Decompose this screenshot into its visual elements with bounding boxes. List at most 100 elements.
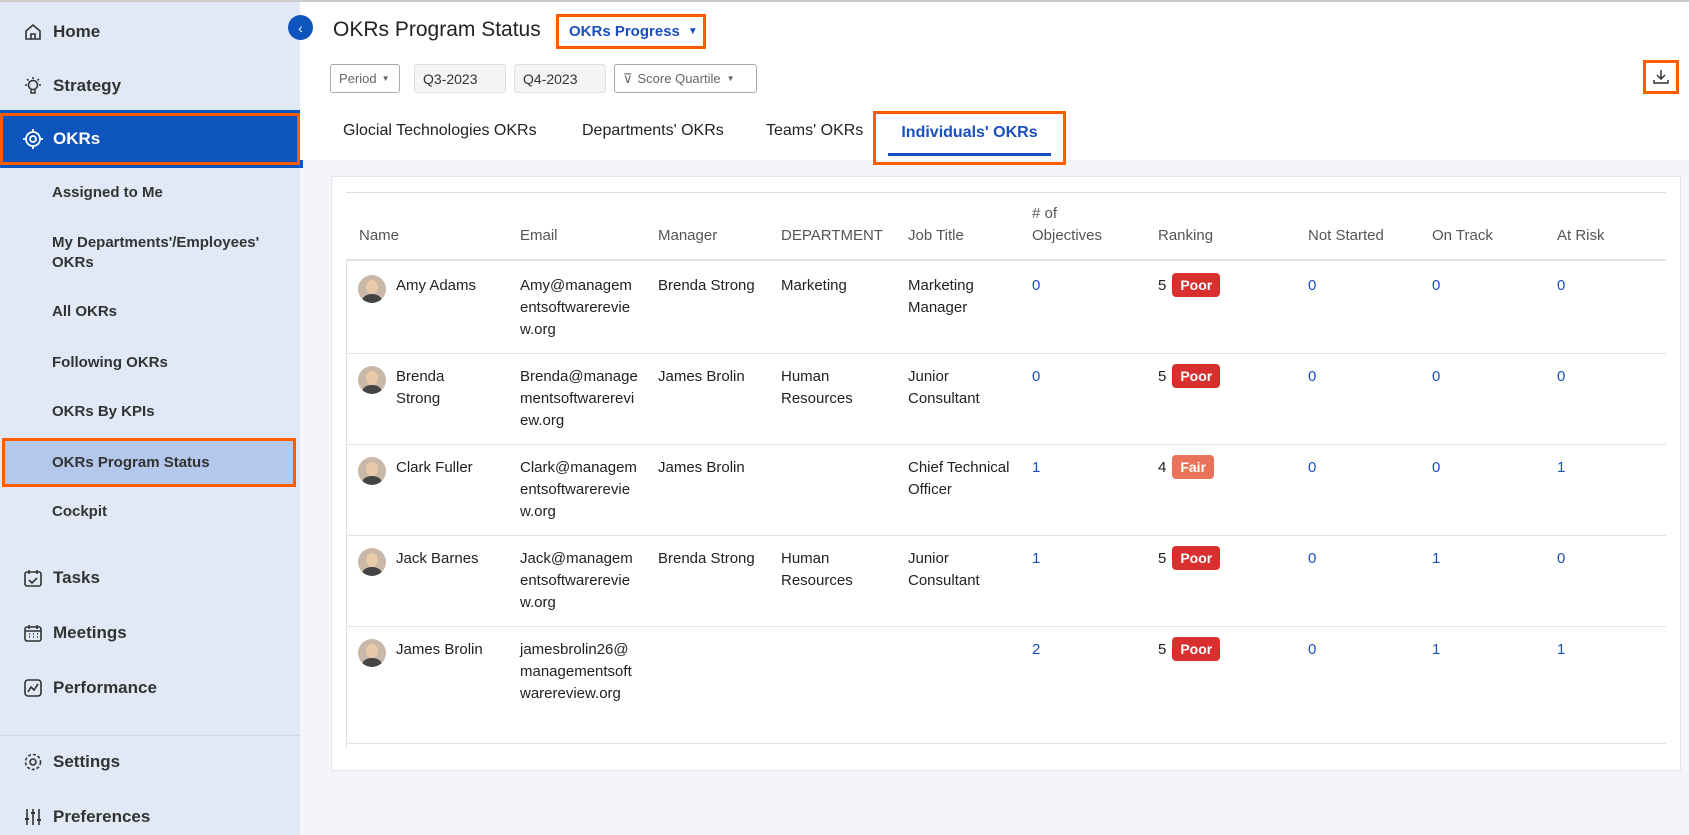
- nav-settings[interactable]: Settings: [0, 749, 300, 775]
- objectives-cell[interactable]: 0: [1032, 366, 1144, 388]
- nav-preferences[interactable]: Preferences: [0, 804, 300, 830]
- avatar: [358, 457, 386, 485]
- rank-value: 5: [1158, 550, 1167, 567]
- sidebar-item-all-okrs[interactable]: All OKRs: [52, 302, 117, 322]
- at-risk-cell[interactable]: 1: [1557, 457, 1649, 479]
- job-cell: Junior Consultant: [908, 550, 980, 589]
- not-started-cell[interactable]: 0: [1308, 548, 1420, 570]
- sidebar-item-my-departments[interactable]: My Departments'/Employees' OKRs: [52, 233, 282, 273]
- sidebar-item-cockpit[interactable]: Cockpit: [52, 502, 107, 522]
- on-track-cell[interactable]: 0: [1432, 366, 1544, 388]
- name-cell: James Brolin: [396, 641, 483, 658]
- rank-value: 5: [1158, 277, 1167, 294]
- ranking-cell: 5 Poor: [1158, 364, 1290, 388]
- download-button[interactable]: [1643, 60, 1679, 94]
- view-select-label: OKRs Progress: [569, 23, 680, 40]
- active-tab-underline: [888, 153, 1051, 156]
- sidebar: Home Strategy OKRs Assigned to Me My Dep…: [0, 0, 303, 835]
- column-header[interactable]: At Risk: [1557, 225, 1657, 247]
- view-select[interactable]: OKRs Progress ▼: [556, 14, 706, 49]
- target-icon: [22, 128, 44, 150]
- nav-okrs[interactable]: OKRs: [0, 110, 303, 168]
- chevron-left-icon: ‹: [298, 19, 303, 36]
- nav-home[interactable]: Home: [0, 19, 300, 45]
- at-risk-cell[interactable]: 1: [1557, 639, 1649, 661]
- objectives-cell[interactable]: 1: [1032, 457, 1144, 479]
- department-cell: Human Resources: [781, 550, 853, 589]
- nav-label: Performance: [53, 678, 157, 697]
- avatar: [358, 548, 386, 576]
- sidebar-item-program-status[interactable]: OKRs Program Status: [52, 453, 210, 473]
- period-from-input[interactable]: Q3-2023: [414, 64, 506, 93]
- column-header[interactable]: Email: [520, 225, 655, 247]
- column-header[interactable]: # of Objectives: [1032, 203, 1122, 247]
- home-icon: [22, 21, 44, 43]
- not-started-cell[interactable]: 0: [1308, 275, 1420, 297]
- department-cell: Human Resources: [781, 368, 853, 407]
- not-started-cell[interactable]: 0: [1308, 366, 1420, 388]
- sidebar-item-following[interactable]: Following OKRs: [52, 353, 168, 373]
- rank-badge: Poor: [1172, 546, 1221, 570]
- column-header[interactable]: DEPARTMENT: [781, 225, 901, 247]
- rank-value: 5: [1158, 641, 1167, 658]
- on-track-cell[interactable]: 1: [1432, 548, 1544, 570]
- email-cell: Jack@managementsoftwarereview.org: [520, 550, 633, 611]
- chart-line-icon: [22, 677, 44, 699]
- at-risk-cell[interactable]: 0: [1557, 548, 1649, 570]
- nav-label: Strategy: [53, 76, 122, 95]
- on-track-cell[interactable]: 0: [1432, 457, 1544, 479]
- sidebar-item-assigned[interactable]: Assigned to Me: [52, 183, 163, 203]
- at-risk-cell[interactable]: 0: [1557, 366, 1649, 388]
- score-quartile-label: Score Quartile: [637, 71, 721, 86]
- manager-cell: James Brolin: [658, 368, 745, 385]
- column-header[interactable]: Manager: [658, 225, 773, 247]
- tab-teams[interactable]: Teams' OKRs: [766, 122, 863, 140]
- sidebar-item-by-kpis[interactable]: OKRs By KPIs: [52, 402, 155, 422]
- email-cell: Amy@managementsoftwarereview.org: [520, 277, 632, 338]
- email-cell: jamesbrolin26@managementsoftwarereview.o…: [520, 641, 632, 702]
- rank-badge: Poor: [1172, 637, 1221, 661]
- name-cell: Jack Barnes: [396, 550, 479, 567]
- column-header[interactable]: Ranking: [1158, 225, 1298, 247]
- not-started-cell[interactable]: 0: [1308, 639, 1420, 661]
- nav-label: OKRs: [53, 129, 101, 148]
- tab-departments[interactable]: Departments' OKRs: [582, 122, 724, 140]
- column-header[interactable]: Job Title: [908, 225, 1028, 247]
- column-header[interactable]: On Track: [1432, 225, 1552, 247]
- nav-strategy[interactable]: Strategy: [0, 73, 300, 99]
- caret-down-icon: ▼: [726, 74, 735, 83]
- ranking-cell: 5 Poor: [1158, 546, 1290, 570]
- nav-performance[interactable]: Performance: [0, 675, 300, 701]
- score-quartile-select[interactable]: ⊽ Score Quartile ▼: [614, 64, 757, 93]
- sliders-icon: [22, 806, 44, 828]
- tab-company[interactable]: Glocial Technologies OKRs: [343, 122, 537, 140]
- rank-badge: Fair: [1172, 455, 1215, 479]
- not-started-cell[interactable]: 0: [1308, 457, 1420, 479]
- collapse-sidebar-button[interactable]: ‹: [288, 15, 313, 40]
- objectives-cell[interactable]: 2: [1032, 639, 1144, 661]
- calendar-icon: [22, 622, 44, 644]
- job-cell: Junior Consultant: [908, 368, 980, 407]
- objectives-cell[interactable]: 1: [1032, 548, 1144, 570]
- nav-tasks[interactable]: Tasks: [0, 565, 300, 591]
- rank-badge: Poor: [1172, 273, 1221, 297]
- nav-meetings[interactable]: Meetings: [0, 620, 300, 646]
- table-row: Amy Adams Amy@managementsoftwarereview.or…: [346, 263, 1666, 354]
- department-cell: Marketing: [781, 277, 847, 294]
- gear-icon: [22, 751, 44, 773]
- name-cell: Amy Adams: [396, 277, 477, 294]
- on-track-cell[interactable]: 1: [1432, 639, 1544, 661]
- objectives-cell[interactable]: 0: [1032, 275, 1144, 297]
- tab-individuals[interactable]: Individuals' OKRs: [873, 111, 1066, 165]
- column-header[interactable]: Not Started: [1308, 225, 1428, 247]
- rank-value: 4: [1158, 459, 1167, 476]
- on-track-cell[interactable]: 0: [1432, 275, 1544, 297]
- column-header[interactable]: Name: [359, 225, 499, 247]
- download-icon: [1653, 70, 1669, 84]
- period-to-input[interactable]: Q4-2023: [514, 64, 606, 93]
- rank-value: 5: [1158, 368, 1167, 385]
- at-risk-cell[interactable]: 0: [1557, 275, 1649, 297]
- period-select[interactable]: Period ▼: [330, 64, 400, 93]
- rank-badge: Poor: [1172, 364, 1221, 388]
- job-cell: Marketing Manager: [908, 277, 974, 316]
